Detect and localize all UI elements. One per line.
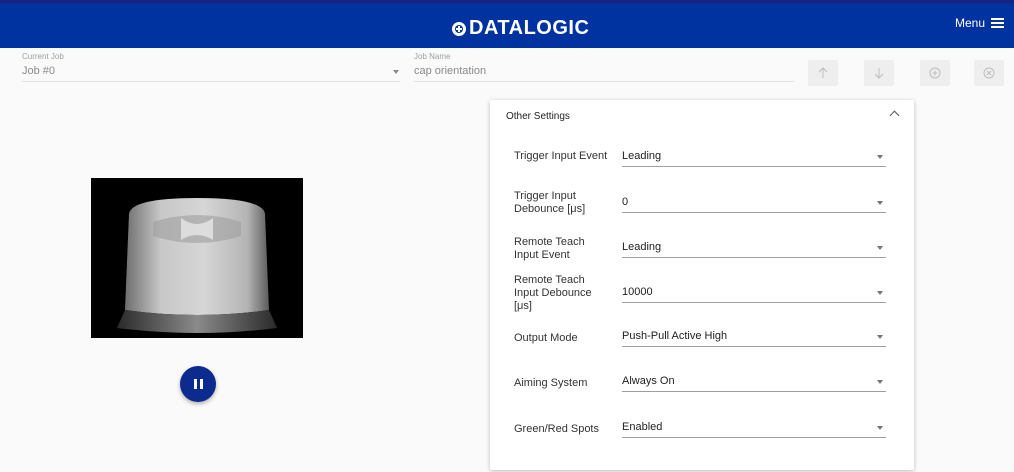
dropdown-caret-icon[interactable]	[877, 380, 883, 384]
select-underline	[622, 437, 886, 438]
add-circle-icon	[929, 67, 941, 79]
remote-teach-input-event-select[interactable]: Leading	[622, 241, 661, 253]
logo-mark-icon	[452, 21, 466, 36]
aiming-system-select[interactable]: Always On	[622, 375, 675, 387]
current-job-label: Current Job	[22, 52, 64, 61]
delete-job-button[interactable]	[974, 60, 1004, 86]
green-red-spots-select[interactable]: Enabled	[622, 421, 662, 433]
top-bar: DATALOGIC Menu	[0, 0, 1014, 48]
move-up-button[interactable]	[808, 60, 838, 86]
pause-button[interactable]	[180, 366, 216, 402]
hamburger-icon	[991, 18, 1004, 28]
menu-label: Menu	[954, 16, 985, 30]
move-down-button[interactable]	[864, 60, 894, 86]
setting-label: Output Mode	[514, 332, 578, 344]
job-name-input[interactable]: cap orientation	[414, 65, 486, 77]
dropdown-caret-icon[interactable]	[877, 291, 883, 295]
pause-icon	[193, 379, 197, 389]
select-underline	[622, 346, 886, 347]
select-underline	[622, 166, 886, 167]
current-job-underline	[22, 81, 400, 82]
logo-text: DATALOGIC	[469, 17, 590, 39]
datalogic-logo: DATALOGIC	[452, 17, 589, 40]
setting-label: Trigger Input Debounce [μs]	[514, 190, 586, 215]
main-area: Other Settings Trigger Input Event Leadi…	[0, 100, 1014, 472]
job-name-underline	[414, 81, 794, 82]
setting-label: Remote Teach Input Debounce [μs]	[514, 274, 592, 312]
select-underline	[622, 257, 886, 258]
dropdown-caret-icon[interactable]	[877, 155, 883, 159]
dropdown-caret-icon[interactable]	[877, 426, 883, 430]
select-underline	[622, 212, 886, 213]
dropdown-caret-icon[interactable]	[877, 335, 883, 339]
dropdown-caret-icon[interactable]	[877, 201, 883, 205]
camera-image	[91, 178, 303, 338]
panel-title: Other Settings	[506, 111, 570, 122]
other-settings-panel: Other Settings Trigger Input Event Leadi…	[490, 100, 914, 470]
setting-label: Aiming System	[514, 377, 588, 389]
setting-label: Trigger Input Event	[514, 150, 608, 162]
setting-label: Remote Teach Input Event	[514, 236, 585, 261]
current-job-caret-icon[interactable]	[393, 70, 399, 74]
collapse-chevron-icon[interactable]	[889, 110, 900, 121]
select-underline	[622, 391, 886, 392]
add-job-button[interactable]	[920, 60, 950, 86]
arrow-up-icon	[818, 67, 828, 78]
trigger-input-event-select[interactable]: Leading	[622, 150, 661, 162]
current-job-select[interactable]: Job #0	[22, 65, 55, 77]
remote-teach-input-debounce-select[interactable]: 10000	[622, 286, 653, 298]
trigger-input-debounce-select[interactable]: 0	[622, 196, 628, 208]
job-bar: Current Job Job #0 Job Name cap orientat…	[0, 48, 1014, 101]
arrow-down-icon	[874, 68, 884, 79]
cancel-circle-icon	[983, 67, 995, 79]
menu-button[interactable]: Menu	[955, 16, 1004, 30]
dropdown-caret-icon[interactable]	[877, 246, 883, 250]
setting-label: Green/Red Spots	[514, 423, 599, 435]
select-underline	[622, 302, 886, 303]
output-mode-select[interactable]: Push-Pull Active High	[622, 330, 727, 342]
job-name-label: Job Name	[414, 52, 451, 61]
